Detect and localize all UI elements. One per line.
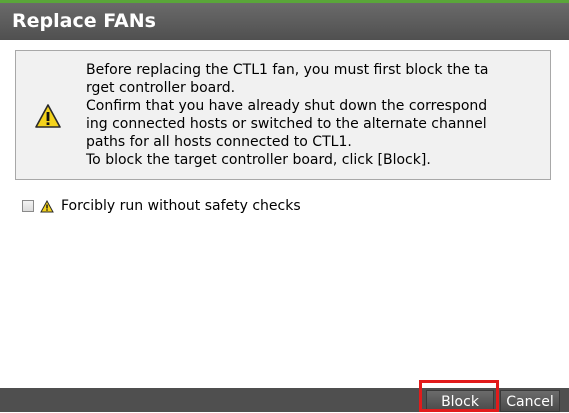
replace-fans-dialog: Replace FANs Before replacing the CTL1 f… [0, 0, 569, 412]
message-line: paths for all hosts connected to CTL1. [86, 134, 352, 150]
dialog-title: Replace FANs [0, 3, 569, 40]
message-line: To block the target controller board, cl… [86, 152, 431, 168]
message-line: Confirm that you have already shut down … [86, 98, 488, 114]
warning-icon [35, 104, 61, 128]
small-warning-icon [40, 199, 54, 212]
warning-message-box: Before replacing the CTL1 fan, you must … [15, 50, 551, 180]
force-run-checkbox[interactable] [22, 200, 34, 212]
message-line: rget controller board. [86, 80, 236, 96]
message-line: ing connected hosts or switched to the a… [86, 116, 487, 132]
force-run-label[interactable]: Forcibly run without safety checks [61, 198, 301, 214]
cancel-button[interactable]: Cancel [500, 390, 560, 412]
message-line: Before replacing the CTL1 fan, you must … [86, 62, 489, 78]
warning-message-text: Before replacing the CTL1 fan, you must … [86, 61, 542, 169]
block-button-highlight [419, 380, 499, 412]
force-run-option: Forcibly run without safety checks [22, 196, 301, 216]
